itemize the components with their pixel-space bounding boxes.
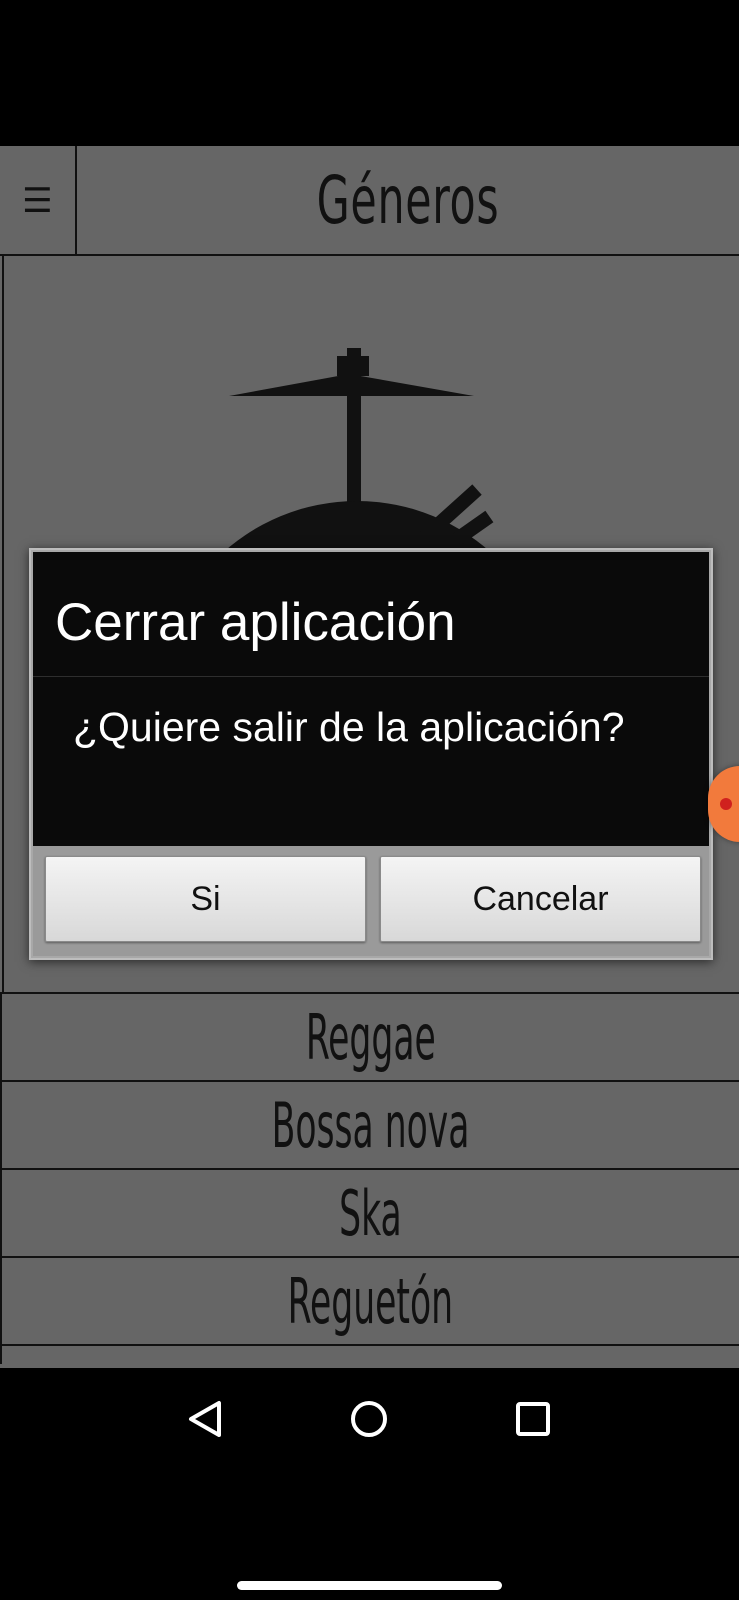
dialog-title: Cerrar aplicación: [55, 593, 456, 652]
dialog-content: Cerrar aplicación ¿Quiere salir de la ap…: [33, 552, 709, 846]
dialog-message: ¿Quiere salir de la aplicación?: [73, 704, 625, 750]
exit-dialog: Cerrar aplicación ¿Quiere salir de la ap…: [29, 548, 713, 960]
confirm-exit-button[interactable]: Si: [45, 856, 366, 942]
dialog-scrim: Cerrar aplicación ¿Quiere salir de la ap…: [0, 0, 739, 1600]
cancel-button[interactable]: Cancelar: [380, 856, 701, 942]
bubble-dot-icon: [720, 798, 732, 810]
dialog-divider: [33, 676, 709, 677]
dialog-button-bar: Si Cancelar: [33, 846, 709, 956]
